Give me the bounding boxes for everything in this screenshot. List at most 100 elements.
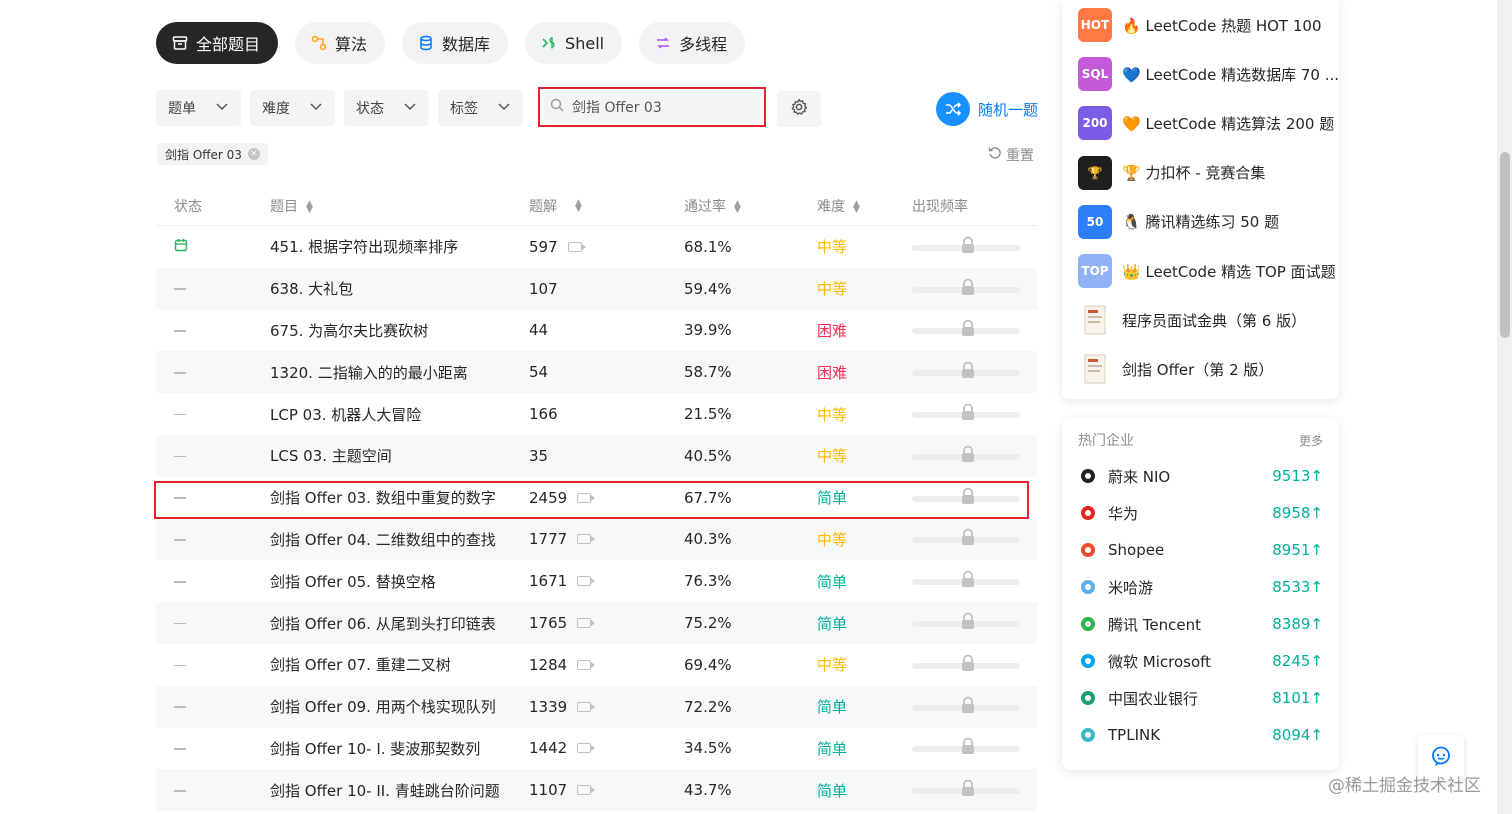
tab-multithreading[interactable]: 多线程	[639, 22, 746, 64]
solutions-count: 1107	[529, 781, 568, 800]
acceptance-rate: 67.7%	[684, 488, 732, 507]
problem-title-link[interactable]: 剑指 Offer 04. 二维数组中的查找	[270, 529, 529, 550]
status-dash	[174, 664, 186, 667]
solutions-cell[interactable]: 1777	[529, 530, 684, 548]
tab-database[interactable]: 数据库	[402, 22, 509, 64]
tab-shell[interactable]: Shell	[525, 22, 623, 64]
problem-title-link[interactable]: LCP 03. 机器人大冒险	[270, 404, 529, 425]
company-item[interactable]: TPLINK 8094↑	[1078, 723, 1323, 747]
video-icon	[577, 701, 596, 712]
solutions-cell[interactable]: 44	[529, 321, 684, 339]
company-item[interactable]: 华为 8958↑	[1078, 501, 1323, 525]
problem-title-link[interactable]: 1320. 二指输入的的最小距离	[270, 362, 529, 383]
table-row[interactable]: 剑指 Offer 10- II. 青蛙跳台阶问题 1107 43.7% 简单	[156, 769, 1037, 812]
shuffle-icon	[936, 92, 970, 126]
table-row[interactable]: 638. 大礼包 107 59.4% 中等	[156, 267, 1037, 310]
table-row[interactable]: 剑指 Offer 06. 从尾到头打印链表 1765 75.2% 简单	[156, 602, 1037, 644]
filter-list-dropdown[interactable]: 题单	[156, 90, 241, 126]
company-logo-icon	[1078, 466, 1098, 486]
problem-title-link[interactable]: 剑指 Offer 06. 从尾到头打印链表	[270, 613, 529, 634]
search-input[interactable]: 剑指 Offer 03	[543, 92, 761, 122]
settings-button[interactable]	[777, 91, 821, 127]
table-row[interactable]: 675. 为高尔夫比赛砍树 44 39.9% 困难	[156, 310, 1037, 352]
study-list-item[interactable]: 🏆 🏆 力扣杯 - 竞赛合集	[1078, 155, 1265, 190]
chevron-down-icon	[403, 99, 417, 117]
company-item[interactable]: 中国农业银行 8101↑	[1078, 686, 1323, 710]
study-list-item[interactable]: HOT 🔥 LeetCode 热题 HOT 100	[1078, 8, 1322, 42]
problem-title-link[interactable]: 剑指 Offer 07. 重建二叉树	[270, 654, 529, 675]
company-item[interactable]: 微软 Microsoft 8245↑	[1078, 649, 1323, 673]
problem-title-link[interactable]: 剑指 Offer 05. 替换空格	[270, 571, 529, 592]
company-item[interactable]: 米哈游 8533↑	[1078, 575, 1323, 599]
study-list-label: 剑指 Offer（第 2 版）	[1122, 360, 1274, 379]
study-list-item[interactable]: TOP 👑 LeetCode 精选 TOP 面试题	[1078, 254, 1336, 288]
solutions-cell[interactable]: 1339	[529, 698, 684, 716]
solutions-cell[interactable]: 35	[529, 447, 684, 465]
solutions-cell[interactable]: 166	[529, 405, 684, 423]
tab-algorithms[interactable]: 算法	[295, 22, 386, 64]
filter-bar: 题单 难度 状态 标签	[156, 90, 523, 126]
solutions-cell[interactable]: 1671	[529, 572, 684, 590]
solutions-cell[interactable]: 597	[529, 238, 684, 256]
scrollbar-thumb[interactable]	[1500, 152, 1510, 338]
arrow-up-icon: ↑	[1310, 504, 1323, 522]
reset-button[interactable]: 重置	[988, 145, 1034, 165]
arrow-up-icon: ↑	[1310, 541, 1323, 559]
frequency-cell	[912, 435, 1037, 477]
filter-tags-dropdown[interactable]: 标签	[438, 90, 523, 126]
problem-title-link[interactable]: 剑指 Offer 09. 用两个栈实现队列	[270, 696, 529, 717]
header-acceptance[interactable]: 通过率 ▲ ▼	[684, 196, 817, 216]
inbox-icon	[172, 35, 188, 51]
header-solutions[interactable]: 题解 ▲ ▼	[529, 196, 684, 216]
problem-title-link[interactable]: 剑指 Offer 10- I. 斐波那契数列	[270, 738, 529, 759]
table-row[interactable]: 剑指 Offer 05. 替换空格 1671 76.3% 简单	[156, 560, 1037, 602]
company-item[interactable]: Shopee 8951↑	[1078, 538, 1323, 562]
solutions-cell[interactable]: 2459	[529, 489, 684, 507]
table-row[interactable]: 剑指 Offer 09. 用两个栈实现队列 1339 72.2% 简单	[156, 685, 1037, 728]
solutions-cell[interactable]: 107	[529, 280, 684, 298]
table-row[interactable]: 451. 根据字符出现频率排序 597 68.1% 中等	[156, 226, 1037, 268]
filter-difficulty-dropdown[interactable]: 难度	[250, 90, 335, 126]
problem-title-link[interactable]: 剑指 Offer 10- II. 青蛙跳台阶问题	[270, 780, 529, 801]
study-list-item[interactable]: 50 🐧 腾讯精选练习 50 题	[1078, 204, 1279, 239]
study-list-item[interactable]: 200 🧡 LeetCode 精选算法 200 题	[1078, 106, 1334, 141]
solutions-cell[interactable]: 1765	[529, 614, 684, 632]
solutions-cell[interactable]: 1107	[529, 781, 684, 799]
company-item[interactable]: 蔚来 NIO 9513↑	[1078, 464, 1323, 488]
company-count: 8533↑	[1272, 578, 1323, 596]
status-cell	[156, 280, 270, 298]
study-list-item[interactable]: 剑指 Offer（第 2 版）	[1078, 352, 1273, 386]
close-icon[interactable]: ×	[247, 148, 260, 160]
table-row[interactable]: 剑指 Offer 10- I. 斐波那契数列 1442 34.5% 简单	[156, 728, 1037, 770]
study-list-item[interactable]: 程序员面试金典（第 6 版）	[1078, 303, 1306, 337]
table-row[interactable]: 剑指 Offer 04. 二维数组中的查找 1777 40.3% 中等	[156, 518, 1037, 561]
study-list-item[interactable]: SQL 💙 LeetCode 精选数据库 70 ...	[1078, 57, 1339, 92]
status-cell	[156, 572, 270, 590]
header-difficulty[interactable]: 难度 ▲ ▼	[817, 196, 912, 216]
lock-icon	[960, 654, 976, 676]
companies-more-link[interactable]: 更多	[1299, 432, 1323, 449]
list-badge-icon: 🏆	[1078, 155, 1112, 190]
random-problem-button[interactable]: 随机一题	[936, 92, 1038, 126]
problem-title-link[interactable]: 638. 大礼包	[270, 278, 529, 299]
solutions-cell[interactable]: 1442	[529, 739, 684, 757]
problem-title-link[interactable]: LCS 03. 主题空间	[270, 445, 529, 466]
table-row[interactable]: LCS 03. 主题空间 35 40.5% 中等	[156, 434, 1037, 477]
table-row[interactable]: 剑指 Offer 07. 重建二叉树 1284 69.4% 中等	[156, 644, 1037, 686]
problem-title-link[interactable]: 剑指 Offer 03. 数组中重复的数字	[270, 487, 529, 508]
table-row[interactable]: 1320. 二指输入的的最小距离 54 58.7% 困难	[156, 351, 1037, 394]
problem-title-link[interactable]: 675. 为高尔夫比赛砍树	[270, 320, 529, 341]
solutions-cell[interactable]: 54	[529, 363, 684, 381]
header-title[interactable]: 题目 ▲ ▼	[270, 196, 529, 216]
table-row[interactable]: 剑指 Offer 03. 数组中重复的数字 2459 67.7% 简单	[156, 477, 1037, 519]
solutions-cell[interactable]: 1284	[529, 656, 684, 674]
active-filter-chip[interactable]: 剑指 Offer 03 ×	[157, 143, 268, 165]
problem-title-link[interactable]: 451. 根据字符出现频率排序	[270, 236, 529, 257]
company-name: 米哈游	[1108, 578, 1154, 597]
company-item[interactable]: 腾讯 Tencent 8389↑	[1078, 612, 1323, 636]
tab-all-problems[interactable]: 全部题目	[156, 22, 279, 64]
frequency-cell	[912, 728, 1037, 770]
table-row[interactable]: LCP 03. 机器人大冒险 166 21.5% 中等	[156, 393, 1037, 435]
filter-status-dropdown[interactable]: 状态	[344, 90, 429, 126]
scrollbar-track[interactable]	[1497, 0, 1512, 814]
